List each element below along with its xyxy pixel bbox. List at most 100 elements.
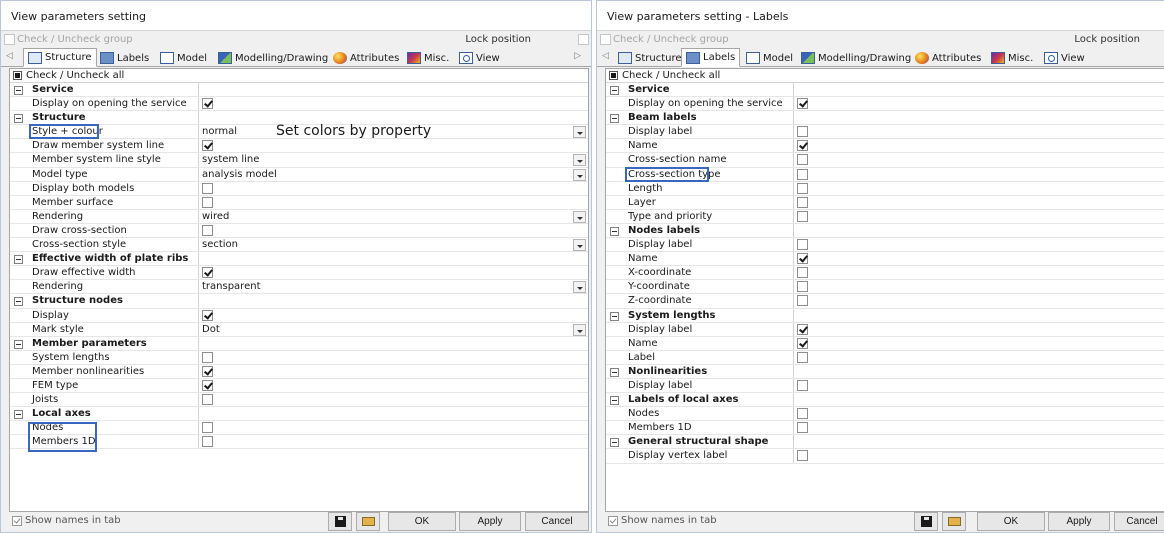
property-checkbox[interactable] (797, 98, 808, 110)
collapse-toggle-icon[interactable] (610, 114, 619, 124)
property-row[interactable]: Display on opening the service (10, 97, 588, 112)
property-value[interactable]: section (202, 238, 238, 252)
open-button[interactable] (942, 512, 966, 531)
tab-structure[interactable]: Structure (23, 48, 97, 67)
collapse-toggle-icon[interactable] (610, 396, 619, 406)
section-header[interactable]: Labels of local axes (606, 393, 1164, 408)
section-header[interactable]: Structure nodes (10, 294, 588, 309)
property-checkbox[interactable] (202, 140, 213, 152)
apply-button[interactable]: Apply (1048, 512, 1110, 531)
apply-button[interactable]: Apply (459, 512, 521, 531)
property-row[interactable]: Draw cross-section (10, 223, 588, 239)
property-value[interactable]: analysis model (202, 168, 277, 182)
collapse-toggle-icon[interactable] (14, 339, 23, 349)
property-checkbox[interactable] (202, 365, 213, 377)
property-checkbox[interactable] (797, 323, 808, 335)
collapse-toggle-icon[interactable] (14, 86, 23, 95)
property-checkbox[interactable] (797, 210, 808, 222)
property-row[interactable]: System lengths (10, 350, 588, 365)
tab-labels[interactable]: Labels (681, 48, 741, 67)
tab-view[interactable]: View (455, 49, 504, 67)
property-row[interactable]: Members 1D (606, 421, 1164, 436)
property-row[interactable]: Member nonlinearities (10, 364, 588, 379)
dropdown-arrow-icon[interactable] (573, 281, 586, 294)
property-row[interactable]: Name (606, 252, 1164, 267)
tab-view[interactable]: View (1040, 49, 1089, 67)
property-checkbox[interactable] (797, 182, 808, 194)
cancel-button[interactable]: Cancel (1114, 512, 1164, 531)
dropdown-arrow-icon[interactable] (573, 239, 586, 252)
tab-misc[interactable]: Misc. (987, 49, 1037, 67)
property-row[interactable]: Length (606, 181, 1164, 196)
property-row[interactable]: Type and priority (606, 209, 1164, 224)
property-checkbox[interactable] (202, 267, 213, 279)
show-names-checkbox[interactable] (12, 515, 22, 526)
property-row[interactable]: Nodes (606, 407, 1164, 422)
property-row[interactable]: Label (606, 350, 1164, 365)
collapse-toggle-icon[interactable] (610, 438, 619, 448)
section-header[interactable]: Service (606, 83, 1164, 98)
check-all-row[interactable]: Check / Uncheck all (606, 69, 1164, 83)
property-row[interactable]: Member surface (10, 195, 588, 210)
property-checkbox[interactable] (797, 267, 808, 279)
property-checkbox[interactable] (202, 224, 213, 236)
section-header[interactable]: Nonlinearities (606, 364, 1164, 379)
property-checkbox[interactable] (797, 140, 808, 152)
dropdown-arrow-icon[interactable] (573, 210, 586, 223)
save-button[interactable] (328, 512, 352, 531)
tab-scroll-left-icon[interactable]: ◁ (602, 51, 609, 61)
property-checkbox[interactable] (797, 196, 808, 208)
property-checkbox[interactable] (797, 450, 808, 462)
save-button[interactable] (914, 512, 938, 531)
property-row[interactable]: Model type analysis model (10, 167, 588, 182)
property-row[interactable]: Y-coordinate (606, 280, 1164, 295)
property-checkbox[interactable] (202, 422, 213, 434)
property-row[interactable]: Mark style Dot (10, 322, 588, 337)
property-checkbox[interactable] (797, 168, 808, 180)
collapse-toggle-icon[interactable] (14, 255, 23, 265)
property-value[interactable]: transparent (202, 280, 261, 294)
tab-structure[interactable]: Structure (614, 49, 686, 67)
property-checkbox[interactable] (797, 295, 808, 307)
property-row[interactable]: Z-coordinate (606, 294, 1164, 309)
property-row[interactable]: Display label (606, 322, 1164, 337)
dropdown-arrow-icon[interactable] (573, 154, 586, 167)
dropdown-arrow-icon[interactable] (573, 323, 586, 336)
property-checkbox[interactable] (202, 196, 213, 208)
section-header[interactable]: General structural shape (606, 435, 1164, 450)
open-button[interactable] (356, 512, 380, 531)
property-value[interactable]: Dot (202, 323, 220, 337)
show-names-toggle[interactable]: Show names in tab (12, 515, 121, 526)
property-row[interactable]: Name (606, 336, 1164, 351)
property-value[interactable]: normal (202, 125, 237, 139)
property-checkbox[interactable] (202, 379, 213, 391)
property-checkbox[interactable] (797, 281, 808, 293)
property-checkbox[interactable] (797, 351, 808, 363)
section-header[interactable]: Effective width of plate ribs (10, 252, 588, 267)
property-row[interactable]: Cross-section name (606, 153, 1164, 168)
property-row[interactable]: FEM type (10, 378, 588, 394)
show-names-checkbox[interactable] (608, 515, 618, 526)
tab-attributes[interactable]: Attributes (911, 49, 985, 67)
property-checkbox[interactable] (202, 351, 213, 363)
property-checkbox[interactable] (202, 309, 213, 321)
collapse-toggle-icon[interactable] (610, 367, 619, 377)
collapse-toggle-icon[interactable] (610, 311, 619, 321)
property-checkbox[interactable] (797, 154, 808, 166)
property-row[interactable]: Layer (606, 195, 1164, 210)
property-row[interactable]: X-coordinate (606, 266, 1164, 281)
property-row[interactable]: Draw effective width (10, 266, 588, 281)
property-value[interactable]: system line (202, 153, 259, 167)
property-row[interactable]: Display label (606, 125, 1164, 140)
property-row[interactable]: Display (10, 308, 588, 323)
ok-button[interactable]: OK (977, 512, 1045, 531)
dropdown-arrow-icon[interactable] (573, 126, 586, 139)
property-row[interactable]: Display on opening the service (606, 97, 1164, 112)
ok-button[interactable]: OK (388, 512, 456, 531)
property-row[interactable]: Cross-section type (606, 166, 1164, 182)
property-row[interactable]: Draw member system line (10, 139, 588, 154)
property-row[interactable]: Member system line style system line (10, 153, 588, 168)
property-row[interactable]: Cross-section style section (10, 238, 588, 253)
section-header[interactable]: System lengths (606, 308, 1164, 323)
section-header[interactable]: Local axes (10, 407, 588, 422)
